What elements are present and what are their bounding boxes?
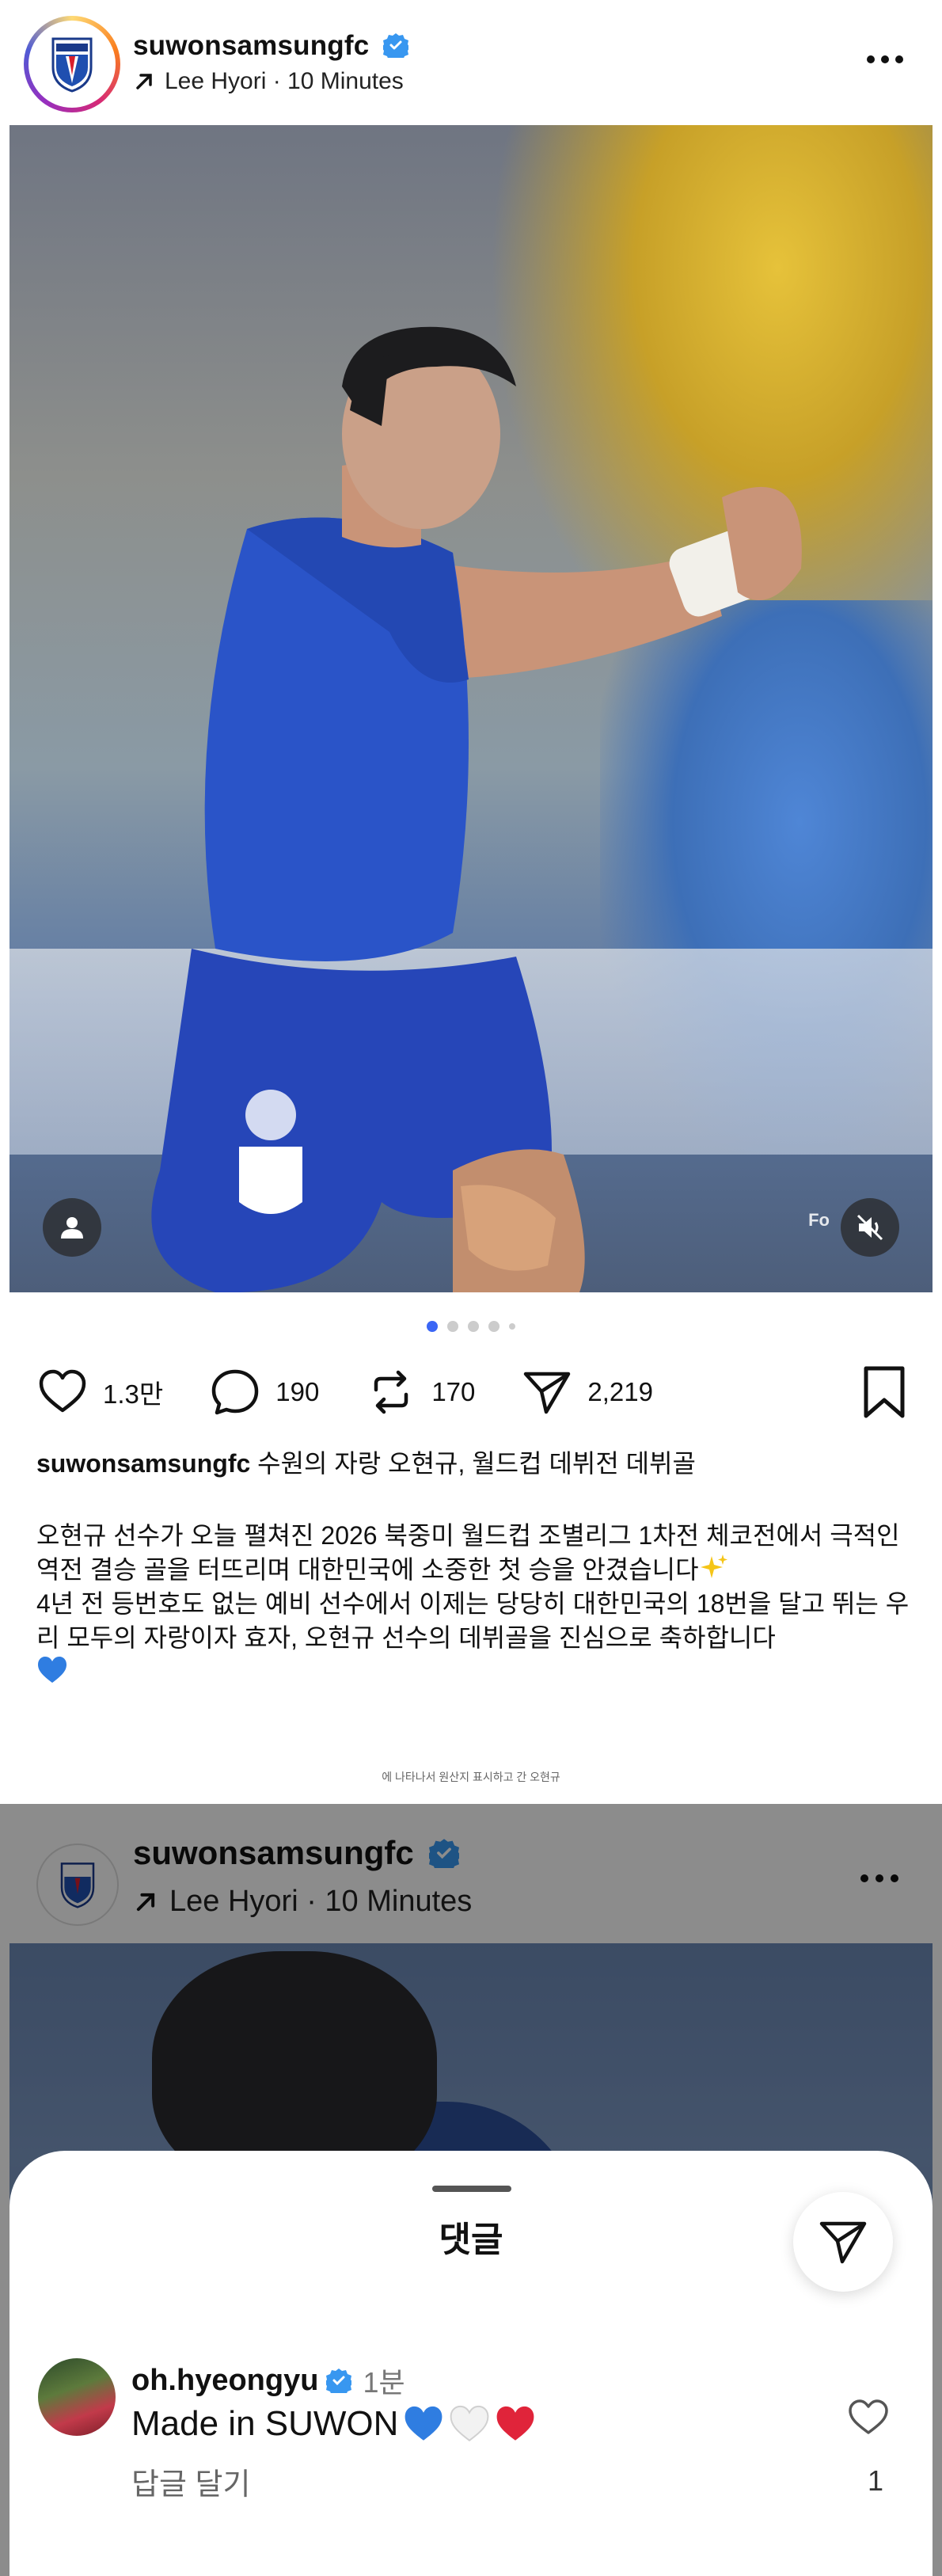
sheet-drag-handle[interactable] <box>432 2186 511 2192</box>
red-heart-icon <box>497 2406 534 2441</box>
carousel-indicator <box>0 1321 942 1332</box>
caption-body: 오현규 선수가 오늘 펼쳐진 2026 북중미 월드컵 조별리그 1차전 체코전… <box>36 1519 915 1689</box>
comment-body: Made in SUWON <box>131 2404 399 2443</box>
carousel-dot <box>447 1321 458 1332</box>
verified-icon <box>383 33 409 58</box>
send-icon <box>524 1372 571 1414</box>
caption-title: 수원의 자랑 오현규, 월드컵 데뷔전 데뷔골 <box>257 1449 696 1478</box>
caption-paragraph-2: 4년 전 등번호도 없는 예비 선수에서 이제는 당당히 대한민국의 18번을 … <box>36 1589 910 1652</box>
white-heart-icon <box>450 2405 489 2442</box>
share-button[interactable]: 2,219 <box>521 1366 653 1418</box>
caption-paragraph-1: 오현규 선수가 오늘 펼쳐진 2026 북중미 월드컵 조별리그 1차전 체코전… <box>36 1521 900 1584</box>
action-bar: 1.3만 190 170 2,219 <box>36 1360 907 1424</box>
post-subline[interactable]: Lee Hyori · 10 Minutes <box>133 68 404 95</box>
like-button[interactable]: 1.3만 <box>36 1366 163 1418</box>
repost-icon <box>374 1370 408 1414</box>
post-media[interactable]: Fo <box>9 125 933 1292</box>
comments-sheet: 댓글 oh.hyeongyu 1분 Made in SUWON 답글 달기 1 <box>9 2151 933 2576</box>
post-username-text[interactable]: suwonsamsungfc <box>133 30 369 61</box>
player-photo <box>151 326 802 1292</box>
page: suwonsamsungfc Lee Hyori · 10 Minutes Fo… <box>0 0 942 2576</box>
verified-icon <box>326 2369 352 2393</box>
blue-heart-icon <box>405 2406 443 2441</box>
comment-button[interactable]: 190 <box>209 1366 319 1418</box>
post-username[interactable]: suwonsamsungfc <box>133 30 409 62</box>
blue-heart-icon <box>38 1657 66 1683</box>
mute-button[interactable] <box>841 1198 899 1257</box>
user-tag-icon <box>61 1217 83 1239</box>
club-crest-icon <box>51 37 93 93</box>
sparkle-icon <box>700 1554 727 1578</box>
like-count: 1.3만 <box>103 1379 164 1409</box>
comment-text: Made in SUWON <box>131 2404 536 2444</box>
comment-header: oh.hyeongyu 1분 <box>131 2360 405 2401</box>
carousel-dot-active <box>427 1321 438 1332</box>
carousel-dot <box>468 1321 479 1332</box>
subline-text: Lee Hyori · 10 Minutes <box>165 68 404 94</box>
commenter-username[interactable]: oh.hyeongyu <box>131 2364 318 2398</box>
avatar-inner <box>28 21 116 108</box>
repost-count: 170 <box>431 1377 476 1406</box>
heart-icon <box>39 1369 86 1413</box>
share-count: 2,219 <box>587 1377 653 1406</box>
arrow-ne-icon <box>136 74 152 89</box>
profile-avatar[interactable] <box>24 16 120 112</box>
carousel-dot <box>488 1321 499 1332</box>
comment-time: 1분 <box>363 2366 405 2399</box>
bookmark-icon[interactable] <box>861 1365 907 1419</box>
carousel-dot <box>509 1323 515 1330</box>
send-icon <box>819 2221 867 2264</box>
share-button[interactable] <box>793 2192 893 2292</box>
translation-note: 에 나타나서 원산지 표시하고 간 오현규 <box>382 1771 560 1783</box>
caption-headline: suwonsamsungfc 수원의 자랑 오현규, 월드컵 데뷔전 데뷔골 <box>36 1446 907 1481</box>
reply-button[interactable]: 답글 달기 <box>131 2460 250 2503</box>
mute-icon <box>857 1214 883 1241</box>
repost-button[interactable]: 170 <box>365 1366 475 1418</box>
comment-icon <box>212 1369 259 1415</box>
more-icon[interactable] <box>864 48 906 71</box>
commenter-avatar[interactable] <box>38 2358 116 2436</box>
comment-like-icon[interactable] <box>847 2398 890 2436</box>
comment-count: 190 <box>275 1377 320 1406</box>
caption-username[interactable]: suwonsamsungfc <box>36 1449 250 1478</box>
post-header: suwonsamsungfc Lee Hyori · 10 Minutes <box>0 0 942 127</box>
user-tag-button[interactable] <box>43 1198 101 1257</box>
comment-like-count: 1 <box>867 2464 883 2497</box>
watermark-text: Fo <box>808 1210 830 1230</box>
